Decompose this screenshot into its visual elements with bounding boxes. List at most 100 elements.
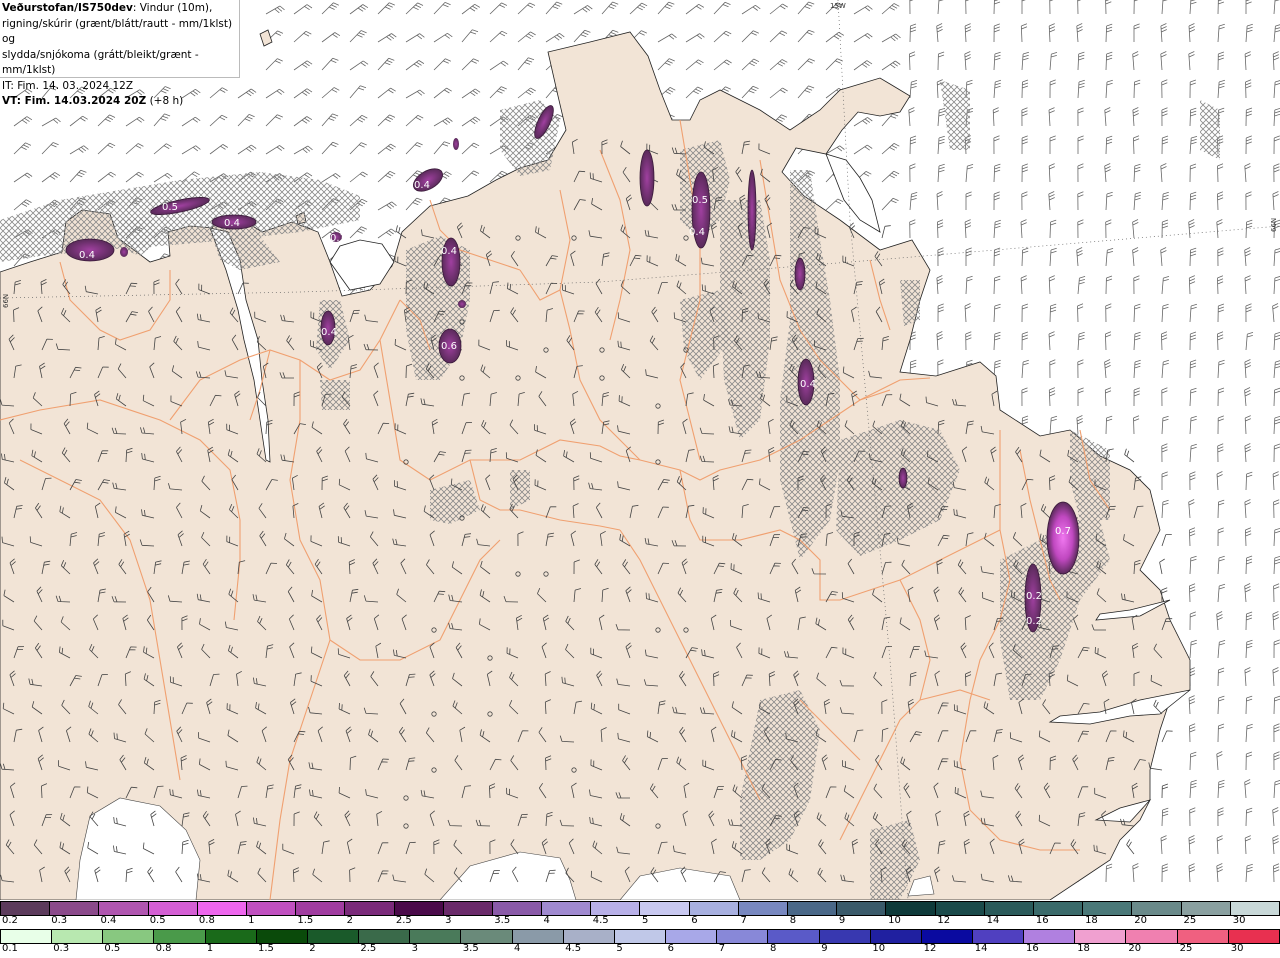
- precip-label: 0.3: [330, 233, 346, 244]
- precip-label: 0.5: [692, 195, 708, 206]
- legend-tick-label: 6: [667, 943, 674, 954]
- legend-swatch: [410, 930, 462, 943]
- legend-tick-label: 18: [1077, 943, 1090, 954]
- weather-map: 0.4 0.5 0.4 0.3 0.4 0.4 0.6 0.4 0.5 0.4 …: [0, 0, 1280, 900]
- precip-label: 0.4: [441, 246, 457, 257]
- legend-tick-label: 6: [691, 915, 698, 926]
- legend-tick-label: 1: [206, 943, 214, 954]
- legend-swatch: [359, 930, 411, 943]
- precip-label: 0.4: [689, 227, 705, 238]
- precip-label: 0.2: [1026, 616, 1042, 627]
- legend-swatch: [103, 930, 155, 943]
- legend-tick-label: 14: [974, 943, 988, 954]
- legend-swatch: [1024, 930, 1076, 943]
- legend-swatch: [461, 930, 513, 943]
- legend-swatch: [443, 902, 493, 915]
- legend-tick-label: 0.4: [100, 915, 117, 926]
- legend-tick-label: 25: [1179, 943, 1193, 954]
- legend-swatch: [1132, 902, 1182, 915]
- precip-label: 0.4: [414, 180, 430, 191]
- map-title-box: Veðurstofan/IS750dev: Vindur (10m), rign…: [0, 0, 240, 107]
- rain-color-legend: [0, 929, 1280, 944]
- legend-swatch: [205, 930, 257, 943]
- legend-swatch: [614, 930, 667, 943]
- legend-tick-label: 12: [923, 943, 937, 954]
- legend-swatch: [666, 930, 718, 943]
- latitude-label-right: 66N: [1270, 218, 1278, 232]
- legend-tick-label: 10: [888, 915, 901, 926]
- legend-swatch: [717, 930, 769, 943]
- precip-label: 0.7: [1055, 526, 1071, 537]
- legend-swatch: [870, 930, 922, 943]
- legend-tick-label: 0.5: [149, 915, 166, 926]
- legend-swatch: [972, 930, 1025, 943]
- legend-tick-label: 30: [1230, 943, 1244, 954]
- model-name: Veðurstofan/IS750dev: [2, 2, 133, 14]
- legend-swatch: [345, 902, 395, 915]
- legend-swatch: [738, 902, 788, 915]
- legend-swatch: [1083, 902, 1133, 915]
- legend-swatch: [788, 902, 838, 915]
- legend-swatch: [1033, 902, 1084, 915]
- initial-time: IT: Fim. 14. 03. 2024 12Z: [2, 79, 134, 92]
- snow-legend-labels: 0.2 0.3 0.4 0.5 0.8 1 1.5 2 2.5 3 3.5 4 4.5 5 6 7 8 9 10 12…: [0, 915, 1280, 929]
- legend-swatch: [246, 902, 297, 915]
- legend-tick-label: 4: [543, 915, 550, 926]
- legend-swatch: [256, 930, 308, 943]
- legend-tick-label: 0.8: [155, 943, 172, 954]
- legend-swatch: [591, 902, 641, 915]
- legend-swatch: [768, 930, 820, 943]
- legend-tick-label: 0.2: [2, 915, 18, 926]
- legend-tick-label: 3.5: [462, 943, 479, 954]
- legend-tick-label: 1.5: [297, 915, 314, 926]
- rain-legend-labels: 0.1 0.3 0.5 0.8 1 1.5 2 2.5 3 3.5 4 4.5 5 6 7 8 9 10 12 14 1…: [0, 943, 1280, 957]
- snow-color-legend: [0, 901, 1280, 916]
- legend-swatch: [0, 930, 53, 943]
- legend-swatch: [837, 902, 887, 915]
- legend-tick-label: 8: [770, 943, 777, 954]
- legend-tick-label: 0.8: [198, 915, 215, 926]
- legend-tick-label: 16: [1035, 915, 1049, 926]
- legend-tick-label: 0.3: [53, 943, 70, 954]
- legend-tick-label: 1.5: [258, 943, 274, 954]
- legend-swatch: [1126, 930, 1178, 943]
- legend-swatch: [1228, 930, 1280, 943]
- legend-tick-label: 5: [642, 915, 649, 926]
- legend-swatch: [52, 930, 104, 943]
- legend-tick-label: 1: [248, 915, 255, 926]
- legend-swatch: [1075, 930, 1127, 943]
- legend-swatch: [563, 930, 615, 943]
- legend-tick-label: 2.5: [395, 915, 412, 926]
- latitude-label-left: 66N: [2, 294, 10, 308]
- title-line-3: slydda/snjókoma (grátt/bleikt/grænt - mm…: [2, 48, 199, 77]
- legend-tick-label: 0.3: [51, 915, 68, 926]
- legend-tick-label: 14: [986, 915, 1000, 926]
- legend-swatch: [640, 902, 690, 915]
- valid-time-offset: (+8 h): [146, 95, 184, 107]
- precip-label: 0.4: [224, 218, 240, 229]
- precip-label: 0.5: [162, 202, 178, 213]
- legend-tick-label: 4.5: [592, 915, 609, 926]
- legend-tick-label: 8: [789, 915, 797, 926]
- legend-tick-label: 4: [514, 943, 521, 954]
- legend-tick-label: 2: [309, 943, 316, 954]
- legend-swatch: [394, 902, 444, 915]
- legend-swatch: [154, 930, 206, 943]
- legend-swatch: [921, 930, 973, 943]
- legend-tick-label: 10: [872, 943, 886, 954]
- legend-swatch: [50, 902, 100, 915]
- precip-label: 0.4: [800, 379, 816, 390]
- legend-tick-label: 16: [1026, 943, 1039, 954]
- legend-swatch: [819, 930, 871, 943]
- legend-tick-label: 4.5: [565, 943, 582, 954]
- legend-swatch: [296, 902, 346, 915]
- legend-tick-label: 2.5: [360, 943, 377, 954]
- valid-time: VT: Fim. 14.03.2024 20Z (+8 h): [2, 94, 237, 110]
- legend-tick-label: 5: [616, 943, 623, 954]
- legend-swatch: [984, 902, 1034, 915]
- legend-tick-label: 7: [718, 943, 726, 954]
- legend-tick-label: 3.5: [494, 915, 511, 926]
- longitude-label-top: 15W: [830, 2, 846, 10]
- valid-time-bold: VT: Fim. 14.03.2024 20Z: [2, 95, 147, 107]
- precip-label: 0.4: [79, 250, 95, 261]
